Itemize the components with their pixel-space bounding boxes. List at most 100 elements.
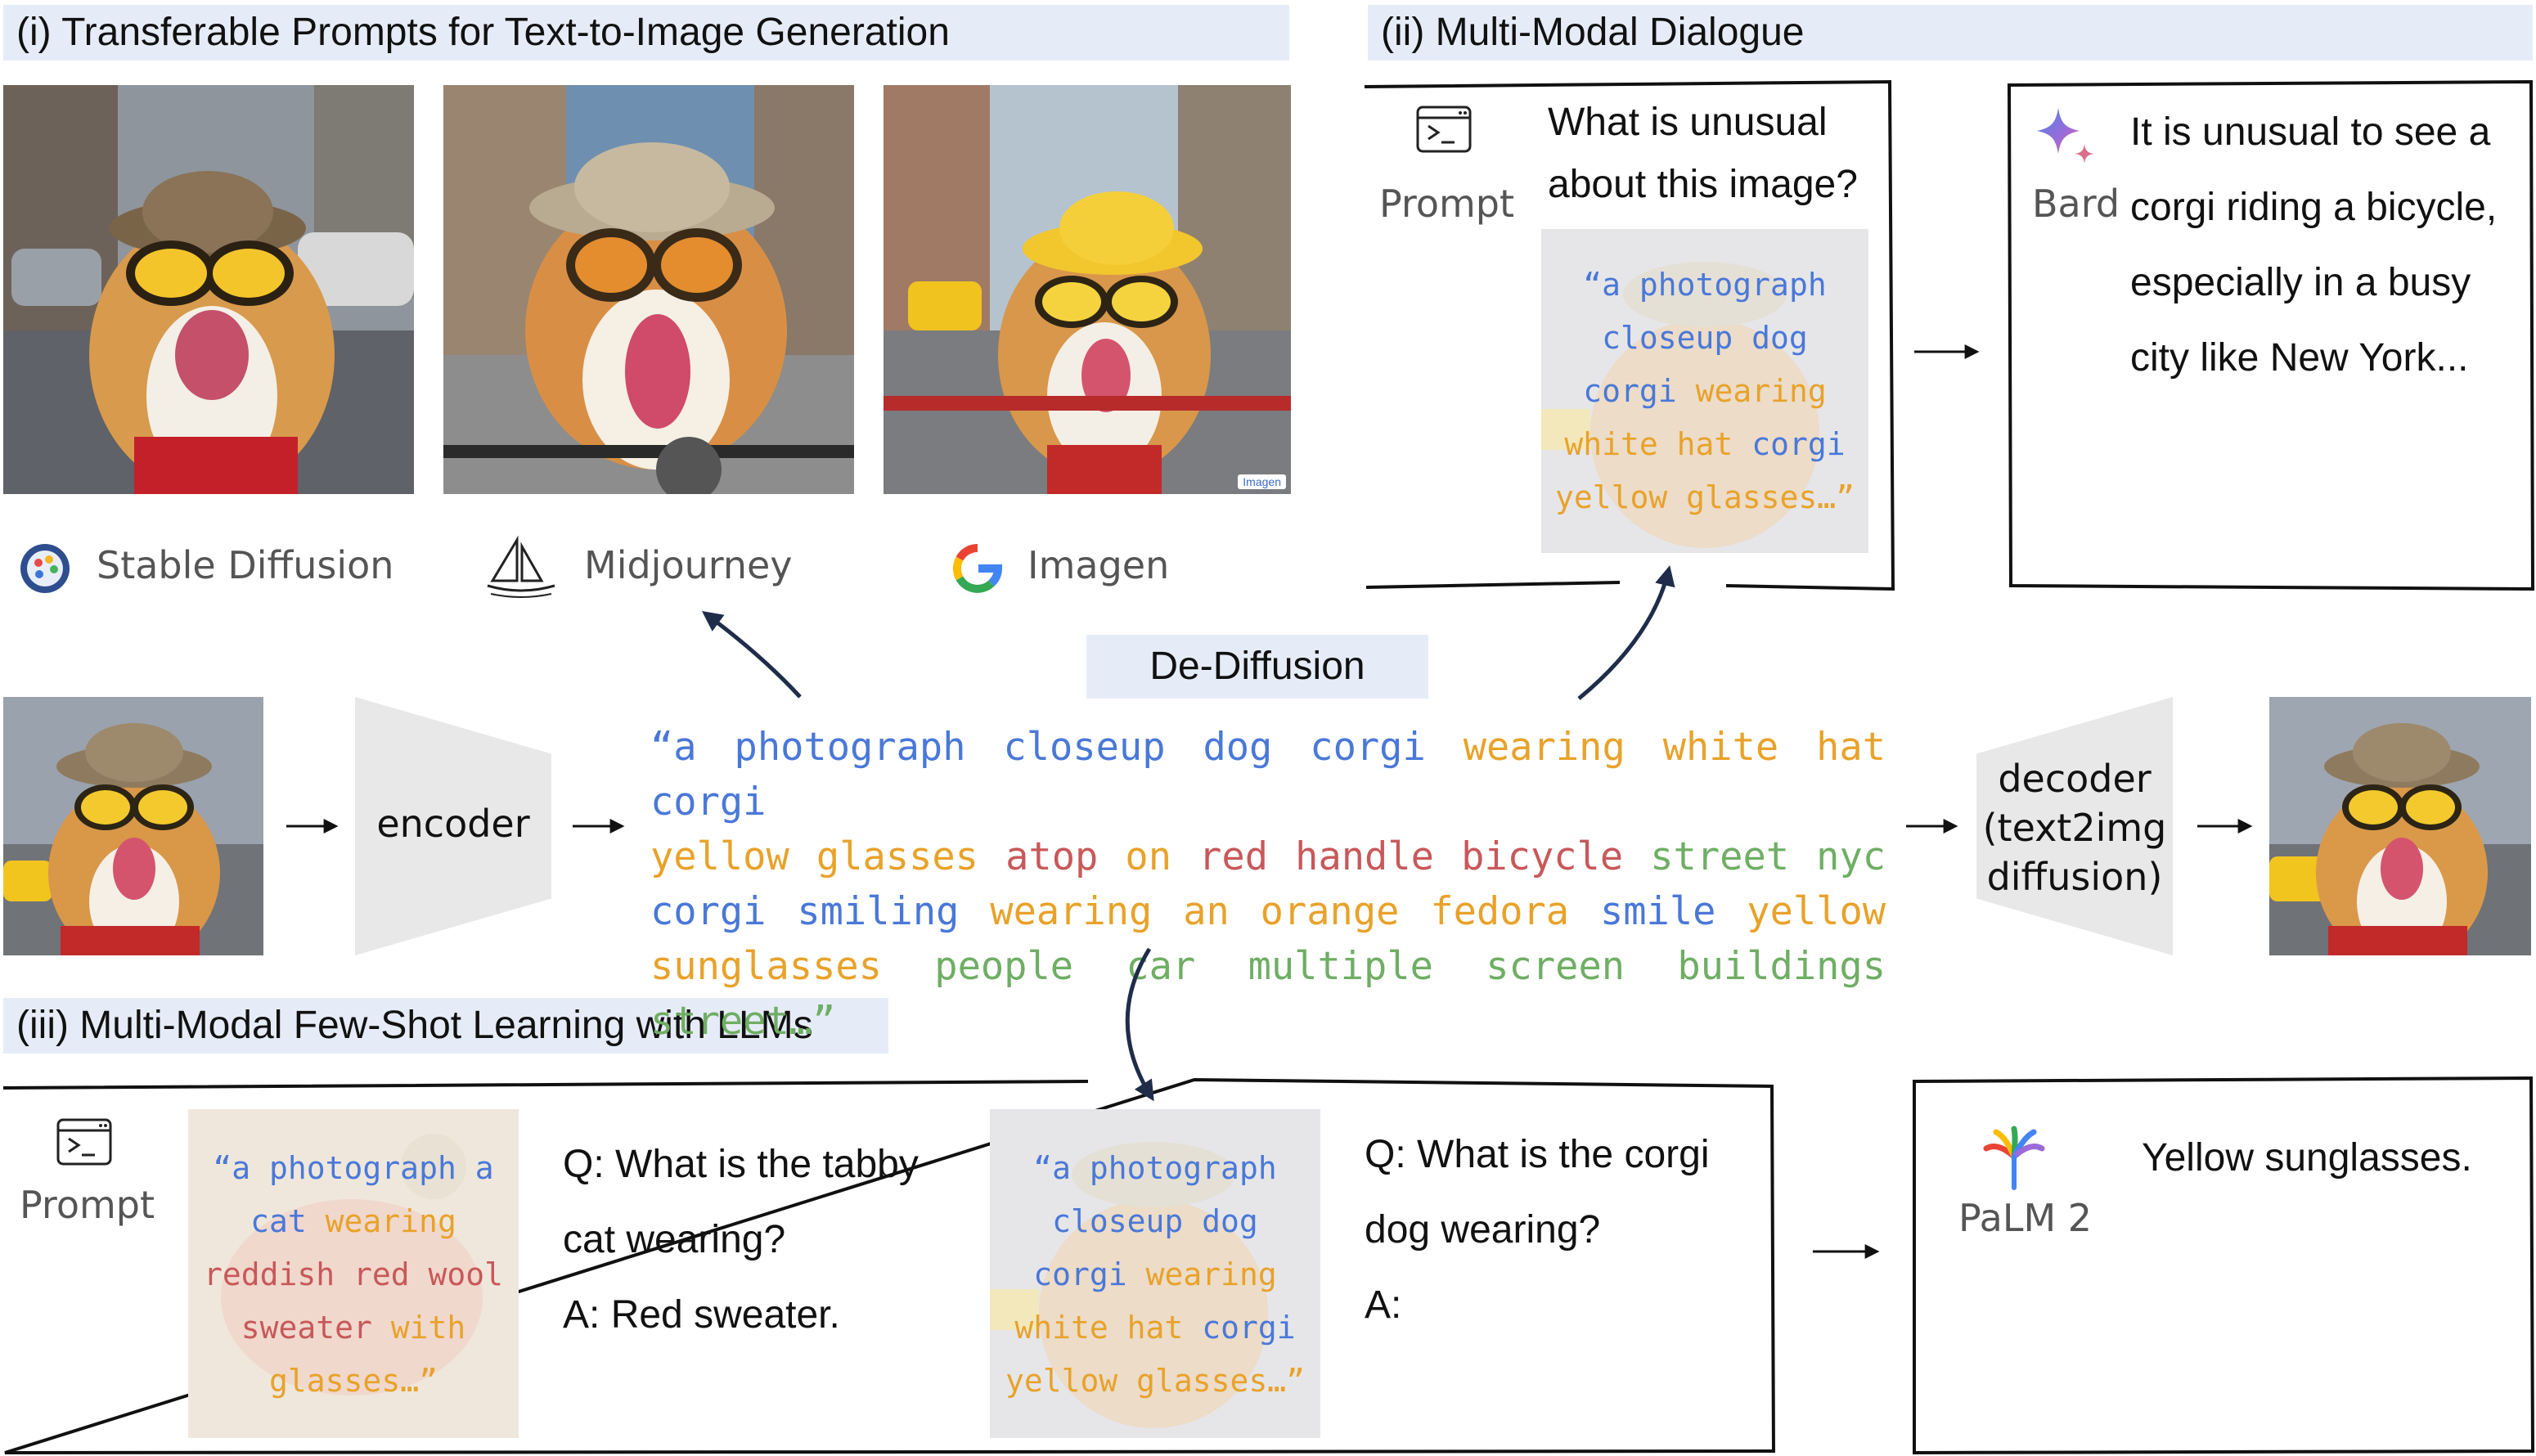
prompt-token: wearing (1695, 373, 1827, 409)
prompt-token: corgi (650, 889, 767, 934)
dialogue-overlay-prompt: “a photograph closeup dog corgi wearing whi… (1541, 258, 1868, 524)
prompt-token: “a photograph a (213, 1150, 494, 1186)
google-logo (952, 543, 1003, 593)
stable-diffusion-corgi-photo (3, 85, 414, 494)
prompt-token: corgi (1583, 373, 1696, 409)
fewshot-dog-overlay-prompt: “a photograph closeup dog corgi wearing whi… (990, 1142, 1320, 1408)
decoder-label-line-1: decoder (1998, 757, 2152, 801)
input-corgi-photo (3, 697, 263, 955)
bard-answer-line-1: It is unusual to see a (2130, 110, 2491, 154)
prompt-line: corgi smiling wearing an orange fedora s… (650, 884, 1886, 939)
imagen-corgi-photo: Imagen (884, 85, 1291, 494)
prompt-token: fedora (1430, 889, 1570, 934)
prompt-token: smiling (797, 889, 960, 934)
prompt-token: handle (1295, 834, 1434, 879)
prompt-token: hat (1816, 725, 1886, 770)
prompt-token: photograph (734, 725, 966, 770)
prompt-token: an (1183, 889, 1230, 934)
prompt-token: screen (1486, 944, 1625, 989)
prompt-token: “a photograph (1583, 267, 1827, 303)
prompt-line: sweater with (188, 1301, 519, 1355)
prompt-token: atop (1005, 834, 1099, 879)
prompt-line: white hat corgi (1541, 418, 1868, 471)
prompt-token: corgi (1202, 1310, 1296, 1346)
prompt-token: bicycle (1461, 834, 1624, 879)
prompt-token: closeup dog (1602, 320, 1808, 356)
prompt-token: on (1125, 834, 1172, 879)
fewshot-qa-query: Q: What is the corgi dog wearing? A: (1365, 1117, 1709, 1343)
prompt-token: smile (1599, 889, 1716, 934)
imagen-label: Imagen (1027, 543, 1170, 587)
bard-answer-line-3: especially in a busy (2130, 261, 2471, 304)
dediffusion-title: De-Diffusion (1086, 635, 1428, 699)
prompt-token: white hat (1014, 1310, 1203, 1346)
prompt-token: yellow (1747, 889, 1886, 934)
prompt-line: reddish red wool (188, 1248, 519, 1301)
decoder-label-line-2: (text2img (1982, 806, 2167, 850)
prompt-token: orange (1260, 889, 1400, 934)
prompt-token: corgi (1751, 426, 1846, 462)
decoder-label: decoder (text2img diffusion) (1976, 754, 2173, 901)
prompt-token: closeup (1003, 725, 1166, 770)
dialogue-question-line-1: What is unusual (1548, 101, 1828, 144)
bard-answer-line-2: corgi riding a bicycle, (2130, 186, 2498, 229)
decoder-label-line-3: diffusion) (1986, 855, 2163, 899)
palm-label: PaLM 2 (1958, 1196, 2093, 1240)
fewshot-terminal-icon (56, 1118, 112, 1166)
prompt-token: yellow glasses…” (1005, 1363, 1306, 1399)
prompt-line: “a photograph (1541, 258, 1868, 312)
prompt-token: wearing (1463, 725, 1625, 770)
prompt-token: wearing (325, 1203, 456, 1239)
arrow-to-text2img-models (701, 611, 802, 699)
prompt-token: with (390, 1310, 466, 1346)
prompt-token: street…” (650, 999, 836, 1044)
prompt-line: glasses…” (188, 1355, 519, 1408)
prompt-token: street (1650, 834, 1790, 879)
prompt-line: “a photograph a (188, 1142, 519, 1195)
prompt-token: wearing (1145, 1256, 1277, 1292)
reconstructed-corgi-photo (2269, 697, 2531, 955)
prompt-line: yellow glasses…” (990, 1355, 1320, 1408)
fewshot-qa1-line-1: Q: What is the tabby (563, 1143, 919, 1186)
arrow-to-dialogue (1577, 565, 1675, 700)
bard-answer-line-4: city like New York... (2130, 336, 2469, 380)
prompt-token: corgi (650, 780, 767, 825)
prompt-token: cat (250, 1203, 326, 1239)
prompt-token: closeup dog (1052, 1203, 1258, 1239)
palm-tree-icon (1983, 1126, 2045, 1190)
fewshot-qa1-line-2: cat wearing? (563, 1218, 786, 1261)
fewshot-qa2-line-3: A: (1365, 1283, 1402, 1327)
fewshot-qa-example: Q: What is the tabby cat wearing? A: Red… (563, 1127, 919, 1353)
prompt-line: closeup dog (990, 1195, 1320, 1248)
fewshot-qa1-line-3: A: Red sweater. (563, 1293, 840, 1337)
prompt-token: sunglasses (650, 944, 882, 989)
fewshot-cat-overlay-prompt: “a photograph a cat wearing reddish red wo… (188, 1142, 519, 1408)
prompt-line: white hat corgi (990, 1301, 1320, 1355)
imagen-watermark: Imagen (1238, 474, 1286, 489)
bard-label: Bard (2032, 182, 2120, 226)
prompt-token: dog (1203, 725, 1273, 770)
prompt-token: buildings (1677, 944, 1886, 989)
stable-diffusion-label: Stable Diffusion (97, 543, 394, 587)
prompt-token: car (1126, 944, 1196, 989)
prompt-token: “a (650, 725, 697, 770)
prompt-line: “a photograph closeup dog corgi wearing … (650, 720, 1886, 829)
prompt-line: yellow glasses…” (1541, 471, 1868, 524)
prompt-token: reddish red wool (203, 1256, 504, 1292)
prompt-line: closeup dog (1541, 312, 1868, 365)
terminal-icon (1416, 106, 1472, 153)
prompt-token: glasses…” (269, 1363, 438, 1399)
dialogue-question-line-2: about this image? (1548, 163, 1858, 206)
prompt-token: sweater (241, 1310, 391, 1346)
prompt-line: sunglasses people car multiple screen bu… (650, 939, 1886, 1049)
dialogue-prompt-label: Prompt (1379, 182, 1515, 226)
prompt-token: nyc (1816, 834, 1886, 879)
prompt-token: yellow (650, 834, 789, 879)
stable-diffusion-logo (20, 544, 70, 593)
midjourney-label: Midjourney (584, 543, 793, 587)
bard-sparkle-icon (2037, 108, 2094, 164)
dialogue-faded-corgi-photo: “a photograph closeup dog corgi wearing whi… (1541, 229, 1868, 553)
prompt-token: multiple (1248, 944, 1433, 989)
dediffusion-text-prompt: “a photograph closeup dog corgi wearing … (650, 720, 1886, 1049)
dialogue-question: What is unusual about this image? (1548, 92, 1858, 216)
